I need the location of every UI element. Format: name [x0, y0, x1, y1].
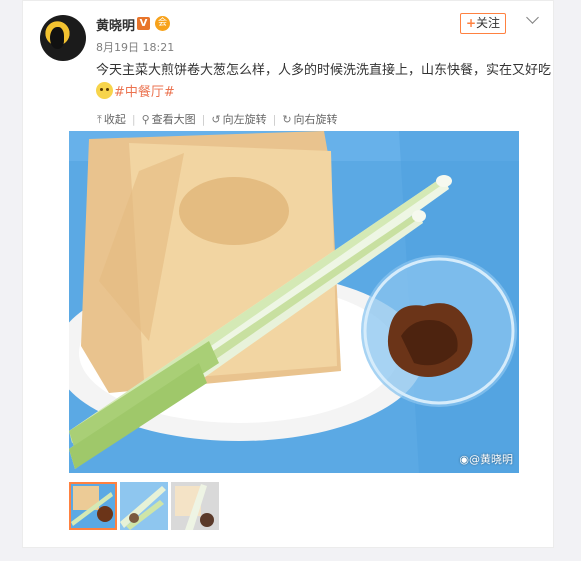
- verified-icon[interactable]: V: [137, 17, 150, 30]
- avatar-silhouette: [50, 27, 64, 49]
- thumbnail-3-image: [171, 482, 219, 530]
- rotate-right-button[interactable]: ↻ 向右旋转: [276, 111, 343, 127]
- follow-plus-icon: +: [465, 16, 477, 30]
- rotate-left-label: 向左旋转: [222, 113, 267, 126]
- media-toolbar: ⤒ 收起 | ⚲ 查看大图 | ↺ 向左旋转 | ↻ 向右旋转: [91, 111, 344, 127]
- topic-tag-link[interactable]: #中餐厅#: [114, 85, 175, 100]
- thumbnail-2-image: [120, 482, 168, 530]
- magnifier-icon: ⚲: [141, 113, 150, 126]
- collapse-label: 收起: [103, 113, 126, 126]
- chevron-down-icon[interactable]: [526, 11, 539, 24]
- photo-illustration: [69, 131, 519, 473]
- rotate-left-button[interactable]: ↺ 向左旋转: [205, 111, 272, 127]
- arrow-up-icon: ⤒: [97, 113, 102, 126]
- thumbnail-3[interactable]: [171, 482, 219, 530]
- view-large-button[interactable]: ⚲ 查看大图: [136, 111, 202, 127]
- weibo-logo-icon: ◉: [459, 453, 469, 466]
- follow-button[interactable]: +关注: [460, 13, 506, 34]
- rotate-right-label: 向右旋转: [293, 113, 338, 126]
- collapse-button[interactable]: ⤒ 收起: [91, 111, 132, 127]
- member-icon[interactable]: 会: [155, 16, 170, 31]
- post-text: 今天主菜大煎饼卷大葱怎么样，人多的时候洗洗直接上，山东快餐，实在又好吃: [96, 63, 552, 78]
- topic-tag-line[interactable]: #中餐厅#: [96, 81, 175, 100]
- username[interactable]: 黄晓明: [96, 15, 135, 34]
- view-large-label: 查看大图: [151, 113, 196, 126]
- thumbnail-1[interactable]: [69, 482, 117, 530]
- follow-label: 关注: [476, 16, 501, 30]
- photo-watermark: ◉@黄晓明: [459, 451, 513, 467]
- thumbnail-2[interactable]: [120, 482, 168, 530]
- watermark-text: @黄晓明: [469, 453, 513, 466]
- post-timestamp[interactable]: 8月19日 18:21: [96, 39, 174, 55]
- rotate-right-icon: ↻: [282, 113, 292, 126]
- post-photo[interactable]: ◉@黄晓明: [69, 131, 519, 473]
- thumbnail-1-image: [71, 484, 115, 528]
- topic-emoji-icon: [96, 82, 113, 99]
- avatar[interactable]: [40, 15, 86, 61]
- rotate-left-icon: ↺: [211, 113, 221, 126]
